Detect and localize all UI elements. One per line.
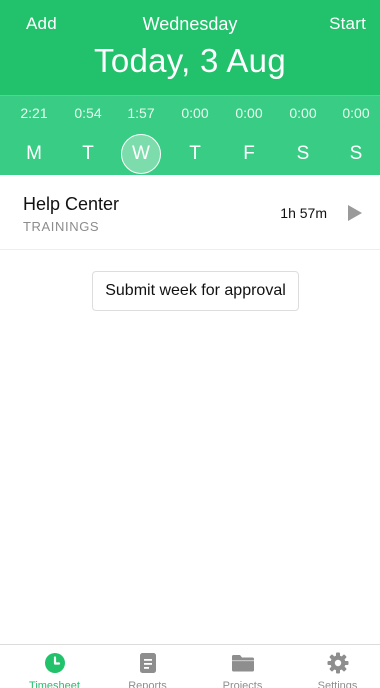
tab-reports[interactable]: Reports: [100, 645, 195, 688]
date-title: Today, 3 Aug: [94, 42, 286, 79]
day-name: Wednesday: [142, 14, 238, 34]
day-friday[interactable]: 0:00 F: [222, 96, 276, 176]
tab-settings[interactable]: Settings: [290, 645, 380, 688]
submit-week-button[interactable]: Submit week for approval: [92, 271, 299, 311]
day-duration: 0:00: [289, 105, 317, 121]
day-duration: 0:00: [181, 105, 209, 121]
tab-bar: Timesheet Reports Projects Settings: [0, 644, 380, 688]
time-entry-row[interactable]: Help Center TRAININGS 1h 57m: [0, 176, 380, 250]
day-letter: W: [121, 134, 161, 174]
day-letter: M: [26, 143, 42, 164]
day-duration: 0:54: [74, 105, 102, 121]
tab-projects[interactable]: Projects: [195, 645, 290, 688]
week-strip: 2:21 M 0:54 T 1:57 W 0:00 T 0:00 F 0:00 …: [0, 95, 380, 175]
day-letter: S: [349, 143, 363, 164]
day-letter: F: [243, 143, 255, 164]
tab-timesheet[interactable]: Timesheet: [7, 645, 102, 688]
document-icon: [136, 651, 160, 675]
app-screen: Add Wednesday Start Today, 3 Aug 2:21 M …: [0, 0, 380, 688]
day-monday[interactable]: 2:21 M: [7, 96, 61, 176]
day-tuesday[interactable]: 0:54 T: [61, 96, 115, 176]
day-letter: S: [296, 143, 310, 164]
day-thursday[interactable]: 0:00 T: [168, 96, 222, 176]
day-sunday[interactable]: 0:00 S: [329, 96, 380, 176]
day-duration: 2:21: [20, 105, 48, 121]
tab-label: Timesheet: [29, 680, 80, 688]
start-button[interactable]: Start: [329, 14, 366, 34]
entry-duration: 1h 57m: [280, 205, 327, 221]
day-duration: 0:00: [235, 105, 263, 121]
day-wednesday[interactable]: 1:57 W: [114, 96, 168, 176]
folder-icon: [231, 651, 255, 675]
header: Add Wednesday Start Today, 3 Aug: [0, 0, 380, 95]
gear-icon: [326, 651, 350, 675]
play-icon[interactable]: [342, 202, 366, 224]
day-duration: 0:00: [342, 105, 370, 121]
entry-task-name: TRAININGS: [23, 219, 100, 234]
day-letter: T: [189, 143, 201, 164]
day-letter: T: [82, 143, 94, 164]
clock-icon: [43, 651, 67, 675]
tab-label: Projects: [222, 680, 263, 688]
tab-label: Reports: [128, 680, 167, 688]
entry-project-name: Help Center: [23, 194, 120, 214]
tab-label: Settings: [317, 680, 358, 688]
day-saturday[interactable]: 0:00 S: [276, 96, 330, 176]
day-duration: 1:57: [127, 105, 155, 121]
